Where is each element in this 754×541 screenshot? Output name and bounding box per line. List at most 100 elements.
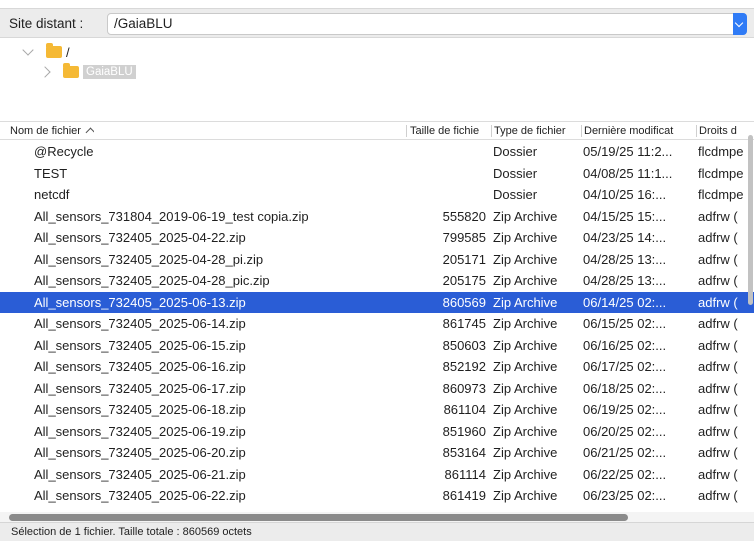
file-row[interactable]: All_sensors_732405_2025-06-13.zip 860569 Z… bbox=[0, 291, 754, 313]
file-modified: 04/15/25 15:... bbox=[583, 208, 667, 224]
file-type: Zip Archive bbox=[493, 251, 558, 267]
remote-site-label: Site distant : bbox=[9, 16, 84, 31]
file-permissions: adfrw ( bbox=[698, 251, 738, 267]
column-divider[interactable] bbox=[406, 125, 407, 137]
file-type: Zip Archive bbox=[493, 359, 558, 374]
chevron-down-icon[interactable] bbox=[22, 44, 34, 56]
remote-path-input[interactable]: /GaiaBLU bbox=[107, 13, 747, 35]
column-header-modified[interactable]: Dernière modificat bbox=[584, 125, 696, 137]
file-row[interactable]: All_sensors_732405_2025-06-21.zip 861114 Z… bbox=[0, 464, 754, 486]
file-permissions: adfrw ( bbox=[698, 316, 738, 331]
file-size: 860569 bbox=[442, 294, 486, 310]
remote-directory-tree: / GaiaBLU bbox=[0, 39, 754, 119]
file-permissions: adfrw ( bbox=[698, 359, 738, 374]
column-divider[interactable] bbox=[581, 125, 582, 137]
file-name: All_sensors_731804_2019-06-19_test copia… bbox=[34, 208, 309, 224]
chevron-right-icon[interactable] bbox=[39, 66, 51, 78]
file-row[interactable]: All_sensors_732405_2025-06-16.zip 852192 Z… bbox=[0, 356, 754, 378]
file-name: All_sensors_732405_2025-04-28_pi.zip bbox=[34, 251, 264, 267]
sort-ascending-icon bbox=[85, 127, 94, 137]
file-modified: 06/23/25 02:... bbox=[583, 488, 667, 503]
file-size: 799585 bbox=[442, 230, 486, 245]
horizontal-scrollbar[interactable] bbox=[9, 514, 628, 521]
file-rows: @Recycle Dossier 05/19/25 11:2... flcdmpe TE… bbox=[0, 141, 754, 507]
file-modified: 04/28/25 13:... bbox=[583, 251, 667, 267]
column-header-type[interactable]: Type de fichier bbox=[494, 125, 581, 137]
path-dropdown-button[interactable] bbox=[733, 13, 747, 35]
file-row[interactable]: All_sensors_732405_2025-06-19.zip 851960 Z… bbox=[0, 421, 754, 443]
file-row[interactable]: All_sensors_732405_2025-04-28_pi.zip 2051… bbox=[0, 249, 754, 271]
file-name: All_sensors_732405_2025-06-13.zip bbox=[34, 294, 246, 310]
column-divider[interactable] bbox=[696, 125, 697, 137]
file-row[interactable]: TEST Dossier 04/08/25 11:1... flcdmpe bbox=[0, 163, 754, 185]
file-permissions: flcdmpe bbox=[698, 187, 744, 202]
file-size: 852192 bbox=[442, 359, 486, 374]
file-permissions: adfrw ( bbox=[698, 488, 738, 503]
file-size: 860973 bbox=[442, 380, 486, 396]
file-modified: 06/20/25 02:... bbox=[583, 423, 667, 439]
file-permissions: adfrw ( bbox=[698, 402, 738, 417]
file-modified: 04/28/25 13:... bbox=[583, 273, 667, 288]
file-type: Zip Archive bbox=[493, 445, 558, 460]
file-name: All_sensors_732405_2025-06-14.zip bbox=[34, 316, 246, 331]
file-permissions: adfrw ( bbox=[698, 273, 738, 288]
file-type: Zip Archive bbox=[493, 316, 558, 331]
file-row[interactable]: All_sensors_732405_2025-04-28_pic.zip 205… bbox=[0, 270, 754, 292]
file-permissions: flcdmpe bbox=[698, 144, 744, 159]
file-permissions: adfrw ( bbox=[698, 380, 738, 396]
column-header-name-label: Nom de fichier bbox=[10, 125, 81, 137]
remote-file-list: Nom de fichier Taille de fichie Type de … bbox=[0, 121, 754, 521]
file-type: Dossier bbox=[493, 144, 538, 159]
file-row[interactable]: All_sensors_732405_2025-06-14.zip 861745 Z… bbox=[0, 313, 754, 335]
file-name: All_sensors_732405_2025-06-18.zip bbox=[34, 402, 246, 417]
file-type: Dossier bbox=[493, 165, 538, 181]
file-modified: 06/14/25 02:... bbox=[583, 294, 667, 310]
file-row[interactable]: All_sensors_731804_2019-06-19_test copia… bbox=[0, 206, 754, 228]
column-header-size[interactable]: Taille de fichie bbox=[410, 125, 490, 137]
file-modified: 06/17/25 02:... bbox=[583, 359, 667, 374]
file-row[interactable]: netcdf Dossier 04/10/25 16:... flcdmpe bbox=[0, 184, 754, 206]
file-size: 851960 bbox=[442, 423, 486, 439]
file-permissions: adfrw ( bbox=[698, 445, 738, 460]
file-type: Zip Archive bbox=[493, 208, 558, 224]
file-modified: 04/23/25 14:... bbox=[583, 230, 667, 245]
column-header-name[interactable]: Nom de fichier bbox=[10, 125, 94, 137]
file-modified: 06/19/25 02:... bbox=[583, 402, 667, 417]
file-name: All_sensors_732405_2025-06-17.zip bbox=[34, 380, 246, 396]
file-row[interactable]: All_sensors_732405_2025-06-18.zip 861104 Z… bbox=[0, 399, 754, 421]
remote-path-value: /GaiaBLU bbox=[114, 16, 173, 31]
tree-node-gaiablu-label: GaiaBLU bbox=[83, 65, 136, 79]
file-modified: 04/08/25 11:1... bbox=[583, 165, 673, 181]
file-permissions: adfrw ( bbox=[698, 230, 738, 245]
file-size: 861419 bbox=[442, 488, 486, 503]
file-name: netcdf bbox=[34, 187, 70, 202]
file-permissions: flcdmpe bbox=[698, 165, 744, 181]
file-modified: 06/21/25 02:... bbox=[583, 445, 667, 460]
file-row[interactable]: All_sensors_732405_2025-06-20.zip 853164 Z… bbox=[0, 442, 754, 464]
file-name: All_sensors_732405_2025-06-16.zip bbox=[34, 359, 246, 374]
column-header-permissions[interactable]: Droits d bbox=[699, 125, 754, 137]
vertical-scrollbar[interactable] bbox=[748, 135, 753, 305]
tree-node-gaiablu[interactable]: GaiaBLU bbox=[39, 63, 136, 81]
file-name: All_sensors_732405_2025-06-21.zip bbox=[34, 466, 246, 482]
file-size: 555820 bbox=[442, 208, 486, 224]
file-permissions: adfrw ( bbox=[698, 466, 738, 482]
tree-node-root-label: / bbox=[66, 44, 70, 60]
tree-node-root[interactable]: / bbox=[22, 43, 70, 61]
file-size: 861104 bbox=[443, 402, 486, 417]
file-name: All_sensors_732405_2025-06-19.zip bbox=[34, 423, 246, 439]
file-row[interactable]: All_sensors_732405_2025-06-15.zip 850603 Z… bbox=[0, 335, 754, 357]
folder-icon bbox=[63, 63, 79, 78]
column-divider[interactable] bbox=[491, 125, 492, 137]
file-row[interactable]: All_sensors_732405_2025-06-22.zip 861419 Z… bbox=[0, 485, 754, 507]
file-size: 850603 bbox=[442, 337, 486, 353]
file-row[interactable]: All_sensors_732405_2025-06-17.zip 860973 Z… bbox=[0, 378, 754, 400]
file-permissions: adfrw ( bbox=[698, 208, 738, 224]
file-size: 853164 bbox=[442, 445, 486, 460]
file-type: Zip Archive bbox=[493, 273, 558, 288]
file-size: 861114 bbox=[444, 466, 486, 482]
file-type: Zip Archive bbox=[493, 466, 558, 482]
file-row[interactable]: @Recycle Dossier 05/19/25 11:2... flcdmpe bbox=[0, 141, 754, 163]
file-type: Zip Archive bbox=[493, 423, 558, 439]
file-row[interactable]: All_sensors_732405_2025-04-22.zip 799585 Z… bbox=[0, 227, 754, 249]
